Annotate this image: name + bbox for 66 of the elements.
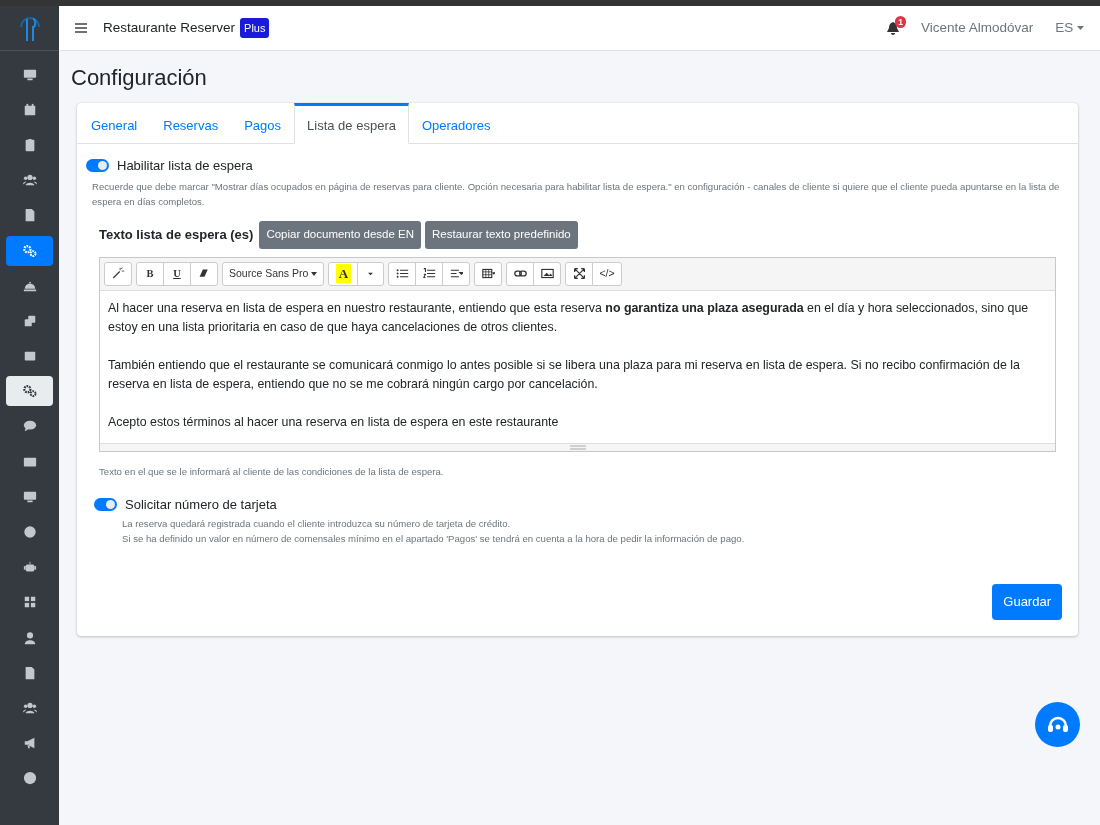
font-dropdown[interactable]: Source Sans Pro	[222, 261, 325, 286]
toggle-switch[interactable]	[94, 497, 117, 511]
users-icon	[22, 700, 37, 715]
sidebar-item[interactable]	[6, 376, 53, 407]
support-button[interactable]	[1035, 702, 1080, 747]
rich-text-editor[interactable]	[99, 256, 1056, 452]
toolbar-button[interactable]	[533, 261, 562, 286]
magic-wand-icon	[111, 267, 125, 281]
toggle-switch[interactable]	[86, 159, 109, 173]
headset-icon	[1046, 714, 1069, 735]
numbered-list-icon	[422, 267, 436, 281]
highlight-color-button[interactable]: A	[328, 261, 359, 286]
toolbar-button[interactable]	[190, 261, 218, 286]
image-icon	[540, 267, 554, 281]
notification-badge: 1	[895, 15, 906, 28]
toolbar-button[interactable]: </>	[592, 261, 622, 286]
help-text: Recuerde que debe marcar "Mostrar días ocupados en página de reservas para cliente. Opción necesaria para habilitar lista de espera." en configuración - canales de cliente si quiere que el cliente pueda apuntarse en la lista de espera en días completos.	[92, 180, 1061, 210]
toolbar-button[interactable]	[415, 261, 444, 286]
tab[interactable]: General	[78, 103, 151, 144]
monitor-icon	[22, 489, 37, 504]
gears-icon	[22, 243, 37, 258]
resize-handle[interactable]	[569, 444, 586, 450]
bulleted-list-icon	[395, 267, 409, 281]
sidebar-item[interactable]	[6, 235, 53, 266]
editor-paragraph: También entiendo que el restaurante se comunicará conmigo lo antes posible si se libera una plaza para mi reserva en lista de espera. Si no recibo confirmación de la reserva en lista de espera, entiendo que no se me cobrará ningún cargo por cancelación.	[108, 356, 1021, 393]
qr-code-icon	[22, 595, 37, 610]
megaphone-icon	[22, 736, 37, 751]
toolbar-button[interactable]	[442, 261, 471, 286]
page-title: Configuración	[71, 65, 208, 92]
menu-icon[interactable]	[75, 23, 87, 33]
editor-paragraph: Acepto estos términos al hacer una reserva en lista de espera en este restaurante	[108, 413, 560, 431]
toolbar-button[interactable]: B	[136, 261, 164, 286]
toggle-label: Solicitar número de tarjeta	[125, 495, 277, 514]
toolbar-button[interactable]	[506, 261, 535, 286]
copy-icon	[22, 313, 37, 328]
save-button[interactable]: Guardar	[992, 584, 1062, 620]
help-text: Si se ha definido un valor en número de comensales mínimo en el apartado 'Pagos' se tendrá en cuenta a la hora de pedir la información de pago.	[122, 532, 746, 547]
toolbar-button[interactable]	[565, 261, 594, 286]
help-text: La reserva quedará registrada cuando el cliente introduzca su número de tarjeta de crédito.	[122, 517, 512, 532]
users-icon	[22, 173, 37, 188]
bell-icon[interactable]	[886, 21, 899, 35]
plan-badge: Plus	[240, 17, 270, 39]
tab[interactable]: Lista de espera	[294, 103, 409, 144]
editor-label: Texto lista de espera (es)	[99, 226, 254, 245]
help-text: Texto en el que se le informará al cliente de las condiciones de la lista de espera.	[99, 464, 445, 479]
tab[interactable]: Operadores	[408, 103, 504, 144]
toolbar-button[interactable]	[388, 261, 417, 286]
caret-icon	[311, 271, 318, 276]
language-dropdown[interactable]: ES	[1055, 17, 1084, 39]
brand-name[interactable]: Restaurante Reserver	[103, 17, 236, 39]
editor-paragraph: Al hacer una reserva en lista de espera en nuestro restaurante, entiendo que esta reserva no garantiza una plaza asegurada en el día y hora seleccionados, sino que estoy en una lista prioritaria en caso de que haya cancelaciones de otros clientes.	[108, 299, 1030, 336]
gears-icon	[22, 384, 37, 399]
expand-icon	[572, 267, 586, 281]
tab[interactable]: Pagos	[231, 103, 295, 144]
monitor-icon	[22, 67, 37, 82]
calendar-icon	[22, 102, 37, 117]
action-button[interactable]: Restaurar texto predefinido	[425, 221, 578, 249]
user-name[interactable]: Vicente Almodóvar	[920, 17, 1034, 39]
caret-icon	[1077, 26, 1084, 31]
toggle-label: Habilitar lista de espera	[117, 156, 253, 175]
toolbar-button[interactable]: U	[163, 261, 191, 286]
tab[interactable]: Reservas	[150, 103, 232, 144]
action-button[interactable]: Copiar documento desde EN	[259, 221, 422, 249]
chat-icon	[22, 419, 37, 434]
toolbar-button[interactable]	[474, 261, 503, 286]
user-icon	[22, 630, 37, 645]
